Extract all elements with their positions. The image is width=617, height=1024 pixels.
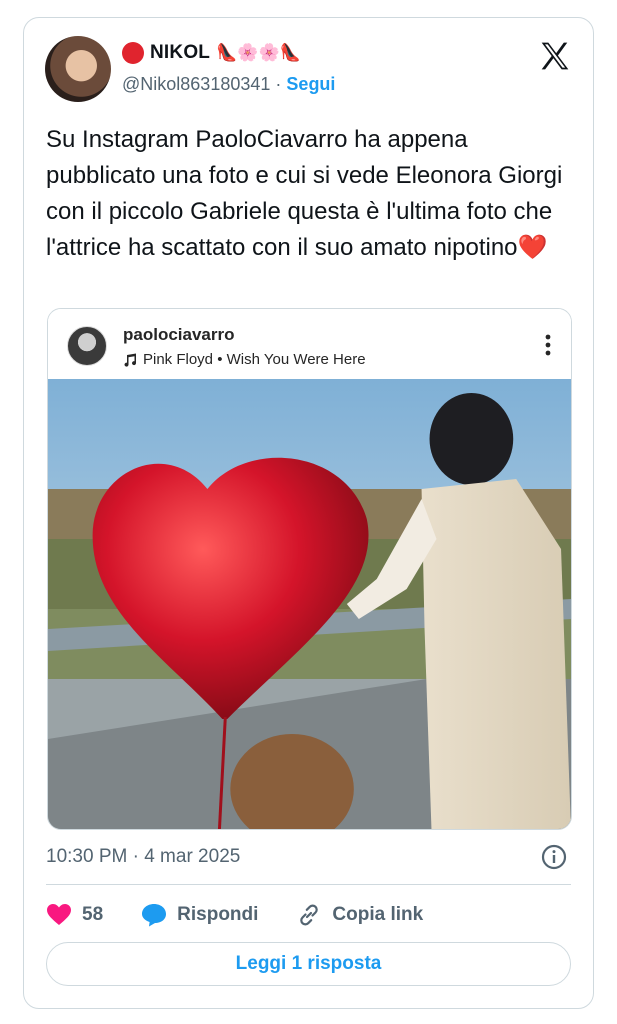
tweet-text: Su Instagram PaoloCiavarro ha appena pub… (46, 122, 576, 266)
reply-icon (142, 904, 167, 927)
music-note-icon (124, 353, 137, 367)
info-icon[interactable] (541, 844, 567, 870)
divider (46, 884, 571, 885)
instagram-embed[interactable]: paolociavarro Pink Floyd • Wish You Were… (47, 308, 572, 830)
follow-button[interactable]: Segui (286, 74, 335, 94)
embed-photo[interactable] (48, 379, 571, 830)
x-logo-icon[interactable] (539, 40, 571, 72)
more-icon[interactable] (545, 334, 551, 356)
copy-link-button[interactable]: Copia link (296, 902, 423, 928)
embed-music[interactable]: Pink Floyd • Wish You Were Here (123, 351, 366, 368)
avatar[interactable] (45, 36, 111, 102)
tweet-card: NIKOL 👠🌸🌸👠 @Nikol863180341 · Segui Su In… (23, 17, 594, 1009)
music-label: Pink Floyd • Wish You Were Here (143, 351, 366, 368)
author-name-row[interactable]: NIKOL 👠🌸🌸👠 (122, 42, 301, 64)
embed-header: paolociavarro Pink Floyd • Wish You Were… (48, 309, 571, 379)
display-name[interactable]: NIKOL (150, 42, 210, 64)
embed-avatar[interactable] (67, 326, 107, 366)
action-bar: 58 Rispondi Copia link (46, 900, 461, 930)
copy-link-label: Copia link (332, 904, 424, 925)
read-replies-button[interactable]: Leggi 1 risposta (46, 942, 571, 986)
reply-label: Rispondi (177, 904, 259, 925)
handle-row: @Nikol863180341 · Segui (122, 74, 335, 95)
name-emoji: 👠🌸🌸👠 (216, 43, 301, 62)
like-count: 58 (82, 904, 104, 925)
embed-username[interactable]: paolociavarro (123, 325, 235, 345)
tweet-body: Su Instagram PaoloCiavarro ha appena pub… (46, 126, 563, 261)
heart-emoji: ❤️ (517, 234, 548, 261)
separator: · (275, 74, 282, 94)
link-icon (300, 904, 319, 926)
red-circle-icon (122, 42, 144, 64)
handle[interactable]: @Nikol863180341 (122, 74, 270, 94)
reply-button[interactable]: Rispondi (141, 903, 258, 927)
heart-icon (47, 904, 71, 925)
timestamp[interactable]: 10:30 PM · 4 mar 2025 (46, 846, 240, 868)
like-button[interactable]: 58 (46, 903, 103, 927)
